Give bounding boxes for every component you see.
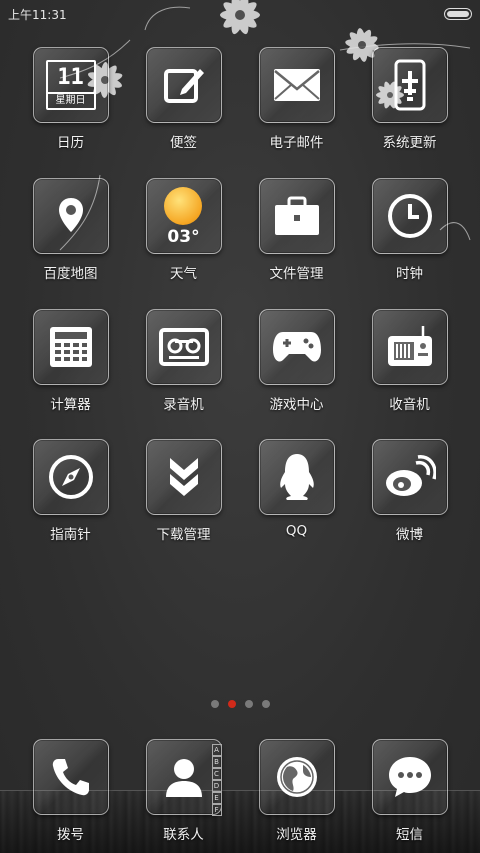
app-label: 文件管理 <box>269 266 324 282</box>
status-bar: 上午11:31 <box>0 0 480 28</box>
app-files[interactable]: 文件管理 <box>240 171 353 291</box>
app-notes[interactable]: 便签 <box>127 40 240 160</box>
app-qq[interactable]: QQ <box>240 432 353 552</box>
radio-icon <box>371 309 448 385</box>
app-label: 录音机 <box>163 397 204 413</box>
calendar-day: 11 <box>57 65 84 90</box>
compass-icon <box>32 439 109 515</box>
clock-icon <box>371 178 448 254</box>
app-game-center[interactable]: 游戏中心 <box>240 302 353 422</box>
calendar-icon: 11 星期日 <box>32 47 109 123</box>
weather-temperature: 03° <box>167 227 200 247</box>
dock-browser[interactable]: 浏览器 <box>240 732 353 852</box>
app-label: 百度地图 <box>43 266 98 282</box>
app-label: 日历 <box>57 135 84 151</box>
index-letter: C <box>211 768 222 780</box>
download-chevrons-icon <box>145 439 222 515</box>
app-label: 系统更新 <box>382 135 437 151</box>
app-weibo[interactable]: 微博 <box>353 432 466 552</box>
app-calculator[interactable]: 计算器 <box>14 302 127 422</box>
index-letter: A <box>211 744 222 756</box>
app-label: 电子邮件 <box>269 135 324 151</box>
index-letter: D <box>211 780 222 792</box>
page-dot[interactable] <box>261 700 270 708</box>
cassette-icon <box>145 309 222 385</box>
app-download-manager[interactable]: 下载管理 <box>127 432 240 552</box>
envelope-icon <box>258 47 335 123</box>
app-label: 天气 <box>170 266 197 282</box>
app-email[interactable]: 电子邮件 <box>240 40 353 160</box>
app-radio[interactable]: 收音机 <box>353 302 466 422</box>
page-dot-active[interactable] <box>227 700 236 708</box>
app-clock[interactable]: 时钟 <box>353 171 466 291</box>
app-label: 时钟 <box>396 266 423 282</box>
app-label: 下载管理 <box>156 527 211 543</box>
contacts-index-strip: A B C D E F <box>211 744 222 816</box>
dock-sms[interactable]: 短信 <box>353 732 466 852</box>
calendar-weekday: 星期日 <box>55 95 86 106</box>
calculator-icon <box>32 309 109 385</box>
home-screen: 上午11:31 11 星期日 日历 便签 电子邮件 系统更新 百度地图 03° … <box>0 0 480 853</box>
penguin-icon <box>258 439 335 515</box>
index-letter: B <box>211 756 222 768</box>
page-indicator[interactable] <box>0 700 480 708</box>
battery-icon <box>444 8 472 20</box>
chat-bubble-icon <box>371 739 448 815</box>
status-time: 上午11:31 <box>8 8 67 22</box>
app-label: 联系人 <box>163 827 204 843</box>
app-maps[interactable]: 百度地图 <box>14 171 127 291</box>
page-dot[interactable] <box>210 700 219 708</box>
app-label: 短信 <box>396 827 423 843</box>
app-label: 浏览器 <box>276 827 317 843</box>
globe-icon <box>258 739 335 815</box>
index-letter: E <box>211 792 222 804</box>
app-label: 拨号 <box>57 827 84 843</box>
weibo-icon <box>371 439 448 515</box>
sun-icon: 03° <box>145 178 222 254</box>
map-pin-icon <box>32 178 109 254</box>
page-dot[interactable] <box>244 700 253 708</box>
dock-dialer[interactable]: 拨号 <box>14 732 127 852</box>
app-label: 指南针 <box>50 527 91 543</box>
dock-contacts[interactable]: A B C D E F 联系人 <box>127 732 240 852</box>
app-label: 便签 <box>170 135 197 151</box>
app-calendar[interactable]: 11 星期日 日历 <box>14 40 127 160</box>
contact-person-icon: A B C D E F <box>145 739 222 816</box>
app-label: 计算器 <box>50 397 91 413</box>
edit-note-icon <box>145 47 222 123</box>
phone-handset-icon <box>32 739 109 815</box>
gamepad-icon <box>258 309 335 385</box>
app-label: QQ <box>285 523 308 539</box>
app-compass[interactable]: 指南针 <box>14 432 127 552</box>
index-letter: F <box>211 804 222 816</box>
app-label: 收音机 <box>389 397 430 413</box>
app-recorder[interactable]: 录音机 <box>127 302 240 422</box>
app-weather[interactable]: 03° 天气 <box>127 171 240 291</box>
app-label: 微博 <box>396 527 423 543</box>
phone-update-icon <box>371 47 448 123</box>
app-system-update[interactable]: 系统更新 <box>353 40 466 160</box>
app-label: 游戏中心 <box>269 397 324 413</box>
briefcase-icon <box>258 178 335 254</box>
